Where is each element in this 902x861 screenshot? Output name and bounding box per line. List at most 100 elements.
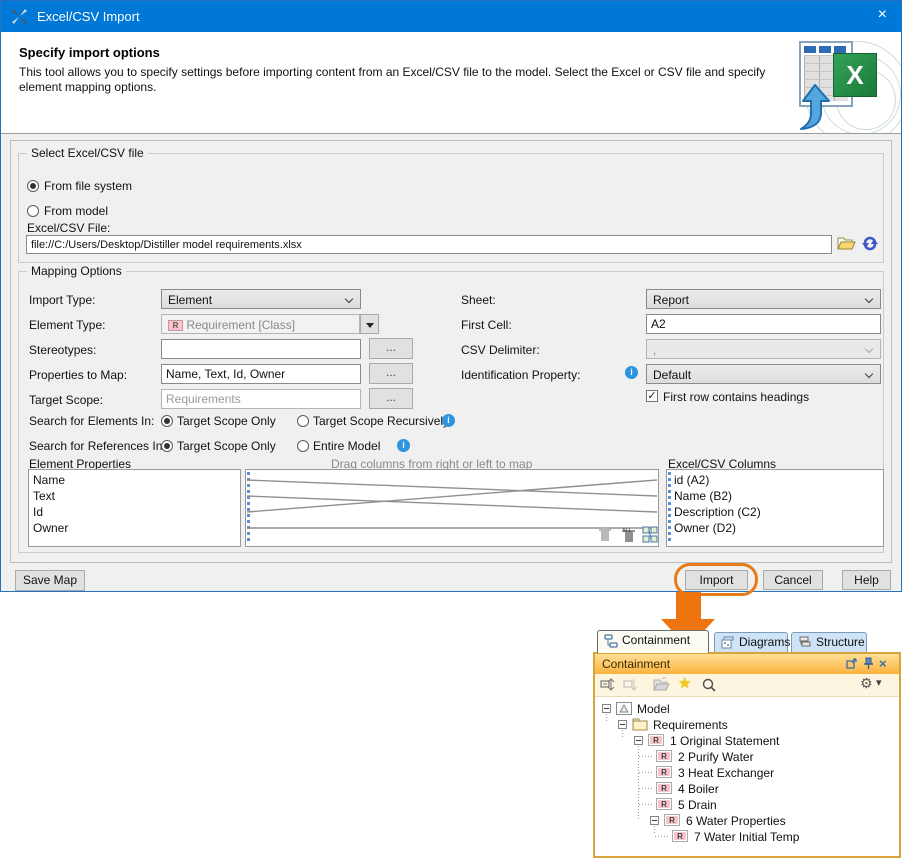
tab-structure[interactable]: Structure: [791, 632, 867, 652]
element-type-dropdown-button[interactable]: [360, 314, 379, 334]
collapse-expander-icon[interactable]: [650, 816, 659, 825]
identification-property-combo[interactable]: Default: [646, 364, 881, 384]
remove-mapping-icon[interactable]: [598, 527, 615, 543]
structure-tab-icon: [798, 636, 812, 650]
tree-item-label[interactable]: 6 Water Properties: [686, 814, 786, 828]
references-target-scope-only-label[interactable]: Target Scope Only: [177, 439, 276, 453]
tree-item-label[interactable]: 3 Heat Exchanger: [678, 766, 774, 780]
cancel-button[interactable]: Cancel: [763, 570, 823, 590]
file-path-input[interactable]: [26, 235, 832, 254]
collapse-expander-icon[interactable]: [602, 704, 611, 713]
tree-item-label[interactable]: 7 Water Initial Temp: [694, 830, 799, 844]
from-model-radio[interactable]: [27, 205, 39, 217]
file-field-label: Excel/CSV File:: [27, 221, 110, 235]
references-entire-model-label[interactable]: Entire Model: [313, 439, 380, 453]
list-item[interactable]: Text: [29, 488, 240, 504]
first-cell-input[interactable]: [646, 314, 881, 334]
containment-panel: Containment × ★ ⚙ ▾: [593, 652, 901, 858]
from-file-system-radio[interactable]: [27, 180, 39, 192]
elements-target-scope-recursively-radio[interactable]: [297, 415, 309, 427]
collapse-expander-icon[interactable]: [634, 736, 643, 745]
properties-browse-button[interactable]: ...: [369, 363, 413, 384]
refresh-icon[interactable]: [861, 234, 879, 257]
list-item[interactable]: Description (C2): [667, 504, 883, 520]
drag-strip-right: [668, 472, 671, 544]
references-entire-model-radio[interactable]: [297, 440, 309, 452]
element-properties-list[interactable]: Name Text Id Owner: [28, 469, 241, 547]
list-item[interactable]: Name: [29, 472, 240, 488]
tree-item-label[interactable]: 4 Boiler: [678, 782, 719, 796]
filter-tree-icon[interactable]: [600, 677, 617, 694]
list-item[interactable]: Name (B2): [667, 488, 883, 504]
containment-toolbar: ★ ⚙ ▾: [595, 674, 899, 697]
tree-item-label[interactable]: 1 Original Statement: [670, 734, 779, 748]
containment-panel-header[interactable]: Containment ×: [595, 654, 899, 674]
panel-title: Containment: [602, 657, 670, 671]
tab-label: Diagrams: [739, 635, 790, 649]
import-button[interactable]: Import: [685, 570, 748, 590]
chevron-down-icon: [345, 295, 353, 303]
identification-info-icon[interactable]: i: [625, 366, 638, 379]
list-item[interactable]: id (A2): [667, 472, 883, 488]
save-map-button[interactable]: Save Map: [15, 570, 85, 591]
tab-label: Containment: [622, 633, 690, 647]
panel-tab-strip: Containment Diagrams Structure: [593, 630, 901, 652]
elements-target-scope-recursively-label[interactable]: Target Scope Recursively: [313, 414, 449, 428]
stereotypes-browse-button[interactable]: ...: [369, 338, 413, 359]
elements-target-scope-only-label[interactable]: Target Scope Only: [177, 414, 276, 428]
requirement-icon: R: [648, 734, 664, 746]
tree-item-label[interactable]: 5 Drain: [678, 798, 717, 812]
remove-all-mappings-icon[interactable]: ALL: [621, 527, 638, 543]
sheet-combo[interactable]: Report: [646, 289, 881, 309]
help-button[interactable]: Help: [842, 570, 891, 590]
favorites-star-icon[interactable]: ★: [678, 674, 695, 691]
target-scope-browse-button[interactable]: ...: [369, 388, 413, 409]
list-item[interactable]: Id: [29, 504, 240, 520]
import-type-value: Element: [168, 293, 212, 307]
references-target-scope-only-radio[interactable]: [161, 440, 173, 452]
excel-import-icon: X: [791, 35, 895, 131]
header-title: Specify import options: [19, 45, 160, 60]
mapping-lines: [246, 470, 658, 546]
tab-containment[interactable]: Containment: [597, 630, 709, 653]
first-row-checkbox[interactable]: ✓: [646, 390, 658, 402]
options-dropdown-icon[interactable]: ▾: [876, 676, 893, 693]
tree-item-label[interactable]: Requirements: [653, 718, 728, 732]
mapping-options-title: Mapping Options: [27, 264, 126, 278]
browse-folder-icon[interactable]: [837, 234, 856, 257]
csv-delimiter-label: CSV Delimiter:: [461, 343, 540, 357]
elements-target-scope-only-radio[interactable]: [161, 415, 173, 427]
from-model-label[interactable]: From model: [44, 204, 108, 218]
element-type-label: Element Type:: [29, 318, 106, 332]
requirement-icon: R: [672, 830, 688, 842]
target-scope-label: Target Scope:: [29, 393, 103, 407]
list-item[interactable]: Owner (D2): [667, 520, 883, 536]
float-window-icon[interactable]: [845, 657, 859, 671]
options-gear-icon[interactable]: ⚙: [860, 675, 877, 692]
search-references-info-icon[interactable]: i: [397, 439, 410, 452]
tree-item-label[interactable]: 2 Purify Water: [678, 750, 754, 764]
close-icon[interactable]: ×: [878, 6, 887, 24]
search-elements-info-icon[interactable]: i: [442, 414, 455, 427]
sheet-value: Report: [653, 293, 689, 307]
pin-icon[interactable]: [862, 657, 876, 671]
mapping-canvas[interactable]: ALL: [245, 469, 659, 547]
model-icon: [616, 702, 633, 715]
quick-search-icon[interactable]: [701, 677, 718, 694]
from-file-system-label[interactable]: From file system: [44, 179, 132, 193]
map-by-name-icon[interactable]: [642, 526, 659, 542]
dialog-titlebar[interactable]: Excel/CSV Import ×: [1, 1, 901, 32]
tab-diagrams[interactable]: Diagrams: [714, 632, 788, 652]
containment-tree[interactable]: Model Requirements R 1 Original Statemen…: [595, 697, 899, 856]
tree-item-label[interactable]: Model: [637, 702, 670, 716]
properties-to-map-input[interactable]: [161, 364, 361, 384]
collapse-expander-icon[interactable]: [618, 720, 627, 729]
stereotypes-input[interactable]: [161, 339, 361, 359]
search-elements-label: Search for Elements In:: [29, 414, 154, 428]
close-panel-icon[interactable]: ×: [879, 656, 893, 670]
list-item[interactable]: Owner: [29, 520, 240, 536]
import-type-combo[interactable]: Element: [161, 289, 361, 309]
first-row-checkbox-label[interactable]: First row contains headings: [663, 390, 809, 404]
chevron-down-icon: [865, 370, 873, 378]
excel-columns-list[interactable]: id (A2) Name (B2) Description (C2) Owner…: [666, 469, 884, 547]
